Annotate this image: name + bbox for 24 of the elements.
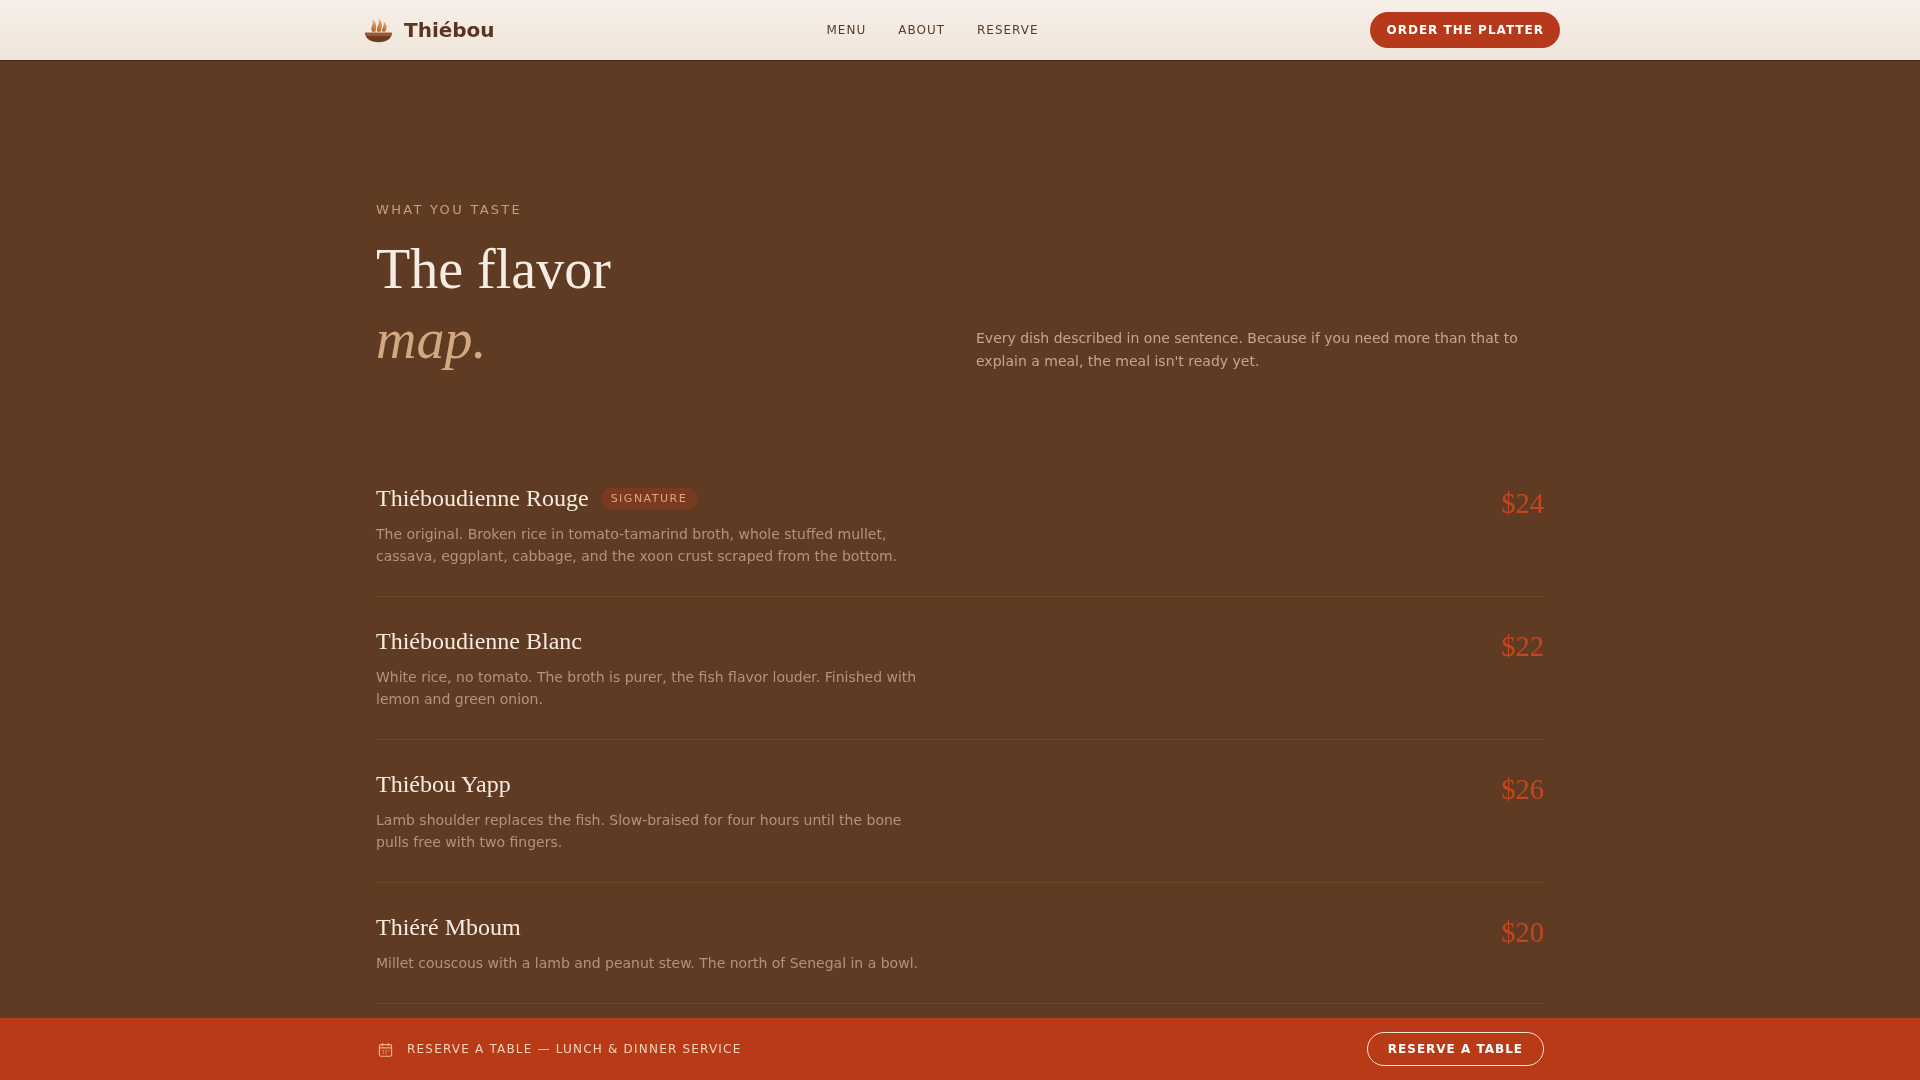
eyebrow-label: WHAT YOU TASTE [376,201,524,219]
dish-name: Thiéboudienne Blanc [376,627,582,656]
steaming-bowl-icon [365,17,392,43]
nav-link[interactable]: MENU [826,23,867,37]
dish-description: Millet couscous with a lamb and peanut stew. The north of Senegal in a bowl. [376,954,918,973]
dish-description: Lamb shoulder replaces the fish. Slow-braised for four hours until the bone pulls free with two fingers. [376,811,903,852]
reserve-caption: RESERVE A TABLE — LUNCH & DINNER SERVICE [407,1042,742,1056]
order-button[interactable]: ORDER THE PLATTER [1370,12,1560,48]
dish-description: White rice, no tomato. The broth is purer, the fish flavor louder. Finished with lemon and green onion. [376,668,918,709]
section-heading: The flavor map. [376,237,612,372]
dish-name: Thiébou Yapp [376,770,511,799]
dish-price: $22 [1501,630,1544,664]
dish-name: Thiéboudienne Rouge [376,484,589,513]
dish-description: The original. Broken rice in tomato-tamarind broth, whole stuffed mullet, cassava, eggplant, cabbage, and the xoon crust scraped from the bottom. [376,525,899,566]
nav-link[interactable]: ABOUT [898,23,945,37]
calendar-icon [378,1041,393,1057]
nav-link[interactable]: RESERVE [977,23,1039,37]
dish-name: Thiéré Mboum [376,913,521,942]
dish-price: $26 [1501,773,1544,807]
brand-link[interactable]: Thiébou [365,17,495,43]
dish-price: $24 [1501,487,1544,521]
signature-badge: SIGNATURE [600,487,698,510]
intro-paragraph: Every dish described in one sentence. Because if you need more than that to explain a meal, the meal isn't ready yet. [976,329,1519,371]
dish-price: $20 [1501,916,1544,950]
